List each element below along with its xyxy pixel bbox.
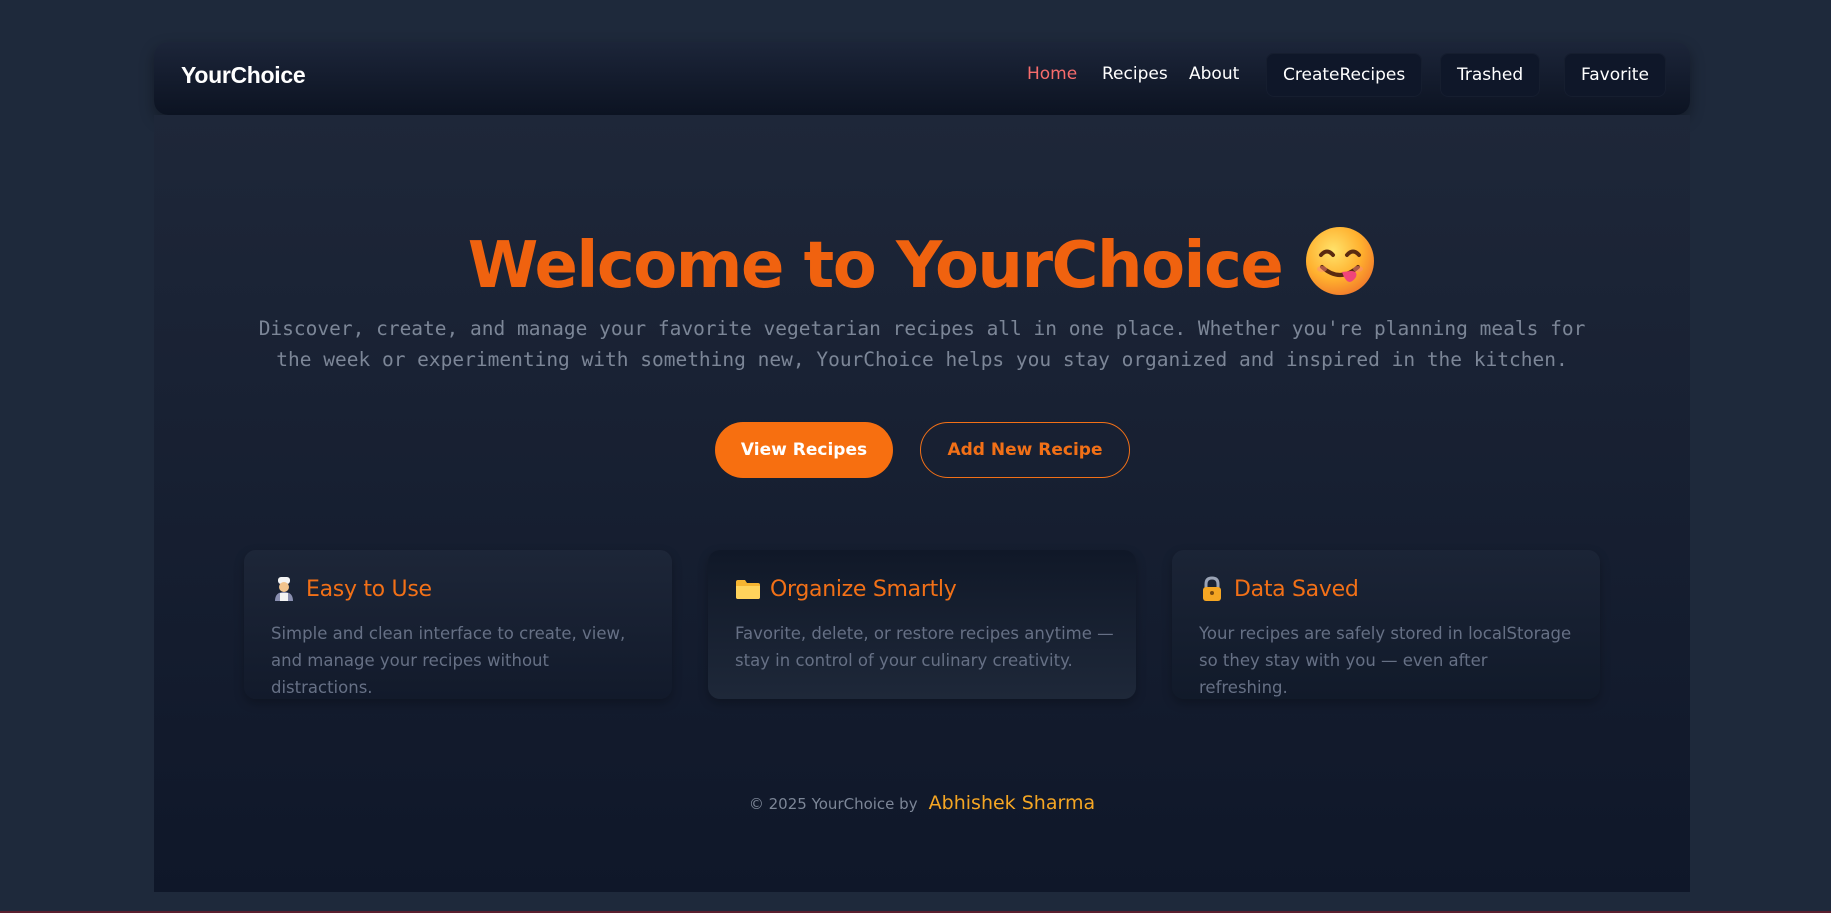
favorite-button[interactable]: Favorite xyxy=(1564,53,1666,97)
navbar: YourChoice Home Recipes About CreateReci… xyxy=(154,42,1690,115)
feature-title: Easy to Use xyxy=(306,576,432,602)
nav-link-home[interactable]: Home xyxy=(1027,64,1077,84)
view-recipes-button[interactable]: View Recipes xyxy=(715,422,893,478)
hero-heading: Welcome to YourChoice xyxy=(154,225,1690,303)
feature-card-data-saved: Data Saved Your recipes are safely store… xyxy=(1172,550,1600,699)
feature-card-easy-to-use: Easy to Use Simple and clean interface t… xyxy=(244,550,672,699)
feature-description: Simple and clean interface to create, vi… xyxy=(271,624,626,697)
hero-title: Welcome to YourChoice xyxy=(467,229,1284,303)
brand-logo[interactable]: YourChoice xyxy=(181,62,306,89)
footer: © 2025 YourChoice by Abhishek Sharma xyxy=(154,792,1690,814)
lock-icon xyxy=(1199,576,1225,602)
feature-description: Your recipes are safely stored in localS… xyxy=(1199,624,1572,697)
main-content: Welcome to YourChoice Discover, create, … xyxy=(154,115,1690,892)
feature-description: Favorite, delete, or restore recipes any… xyxy=(735,624,1114,670)
folder-icon xyxy=(735,576,761,602)
feature-title: Organize Smartly xyxy=(770,576,957,602)
feature-card-organize-smartly: Organize Smartly Favorite, delete, or re… xyxy=(708,550,1136,699)
trashed-button[interactable]: Trashed xyxy=(1440,53,1541,97)
add-new-recipe-button[interactable]: Add New Recipe xyxy=(920,422,1130,478)
face-savoring-food-icon xyxy=(1304,225,1376,297)
nav-link-recipes[interactable]: Recipes xyxy=(1102,64,1168,84)
hero-subtitle: Discover, create, and manage your favori… xyxy=(258,317,1586,371)
create-recipes-button[interactable]: CreateRecipes xyxy=(1266,53,1423,97)
cook-icon xyxy=(271,576,297,602)
feature-title: Data Saved xyxy=(1234,576,1359,602)
app-shell: YourChoice Home Recipes About CreateReci… xyxy=(154,42,1690,892)
footer-copyright: © 2025 YourChoice by xyxy=(748,795,918,813)
footer-author-link[interactable]: Abhishek Sharma xyxy=(929,792,1095,814)
nav-link-about[interactable]: About xyxy=(1189,64,1239,84)
